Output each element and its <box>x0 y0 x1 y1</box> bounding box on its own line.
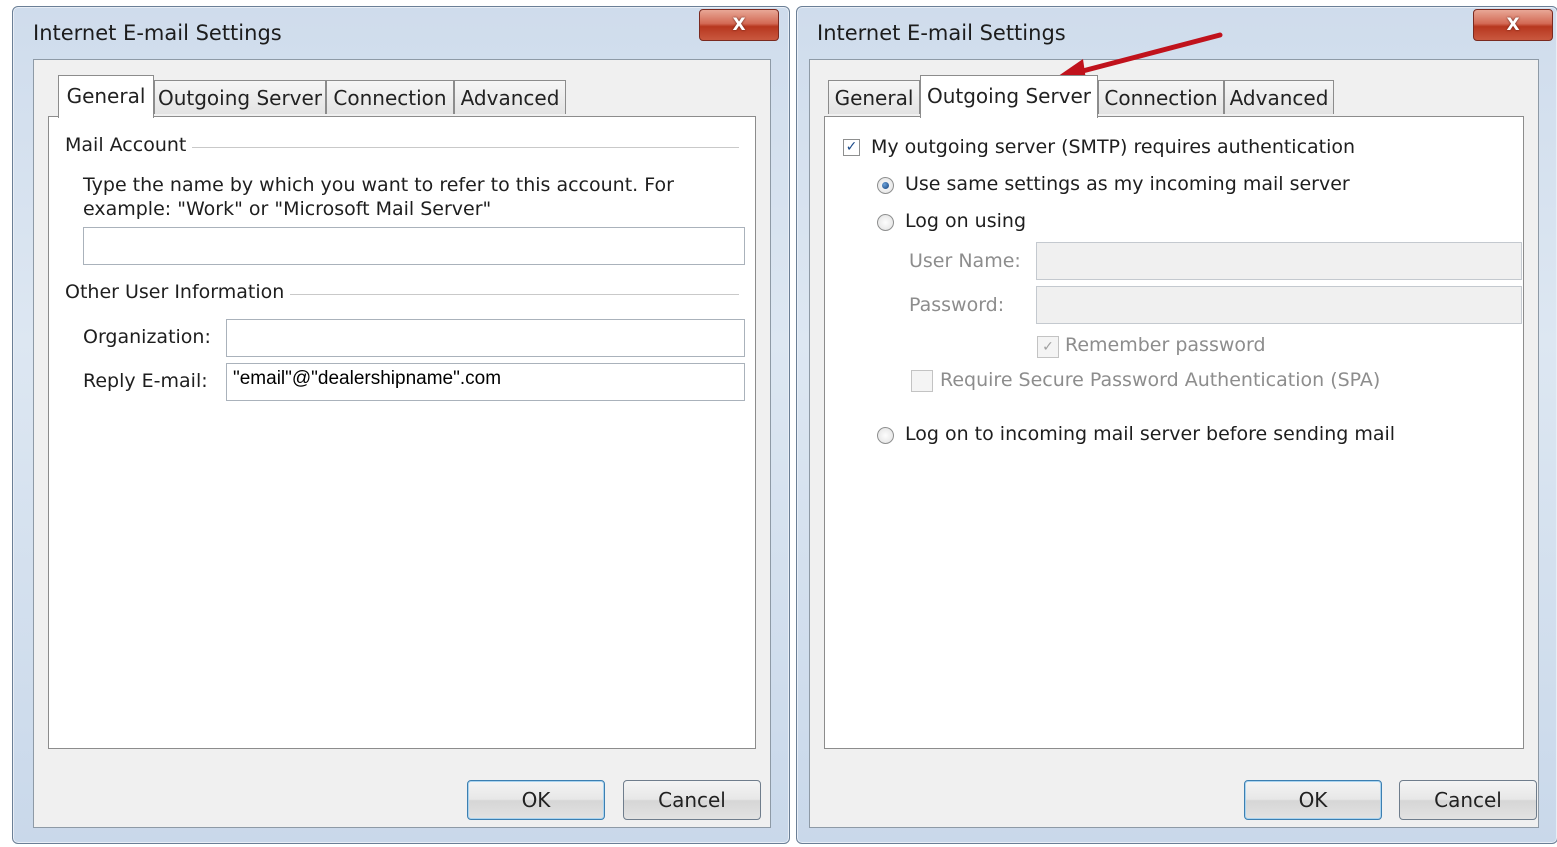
account-name-description-line1: Type the name by which you want to refer… <box>83 174 674 196</box>
same-settings-label: Use same settings as my incoming mail se… <box>905 173 1350 195</box>
tab-connection[interactable]: Connection <box>326 80 454 114</box>
tab-outgoing-server[interactable]: Outgoing Server <box>920 75 1098 118</box>
cancel-button[interactable]: Cancel <box>623 780 761 820</box>
user-name-label: User Name: <box>909 250 1021 272</box>
tab-outgoing-server[interactable]: Outgoing Server <box>154 80 326 114</box>
spa-label: Require Secure Password Authentication (… <box>940 369 1381 391</box>
tab-advanced[interactable]: Advanced <box>454 80 566 114</box>
window-title: Internet E-mail Settings <box>33 21 282 45</box>
tab-advanced[interactable]: Advanced <box>1224 80 1334 114</box>
close-icon: X <box>1506 15 1520 35</box>
tab-page-outgoing-server: ✓ My outgoing server (SMTP) requires aut… <box>824 116 1524 749</box>
other-user-info-group-label: Other User Information <box>65 281 291 303</box>
radio-selected-dot <box>882 182 889 189</box>
log-on-using-label: Log on using <box>905 210 1027 232</box>
tab-page-general: Mail Account Type the name by which you … <box>48 116 756 749</box>
remember-password-checkbox[interactable]: ✓ <box>1037 336 1059 358</box>
tab-general[interactable]: General <box>828 80 920 114</box>
same-settings-radio[interactable] <box>877 177 894 194</box>
internet-email-settings-window-general: Internet E-mail Settings X General Outgo… <box>12 6 790 844</box>
dialog-client-area: General Outgoing Server Connection Advan… <box>809 59 1539 828</box>
mail-account-group-label: Mail Account <box>65 134 193 156</box>
log-on-incoming-radio[interactable] <box>877 427 894 444</box>
reply-email-label: Reply E-mail: <box>83 370 208 392</box>
close-icon: X <box>732 15 746 35</box>
password-input[interactable] <box>1036 286 1522 324</box>
close-button[interactable]: X <box>1473 9 1553 41</box>
dialog-client-area: General Outgoing Server Connection Advan… <box>33 59 771 828</box>
account-name-description-line2: example: "Work" or "Microsoft Mail Serve… <box>83 198 492 220</box>
window-title: Internet E-mail Settings <box>817 21 1066 45</box>
cancel-button[interactable]: Cancel <box>1399 780 1537 820</box>
reply-email-input[interactable]: "email"@"dealershipname".com <box>226 363 745 401</box>
log-on-using-radio[interactable] <box>877 214 894 231</box>
spa-checkbox[interactable] <box>911 370 933 392</box>
ok-button[interactable]: OK <box>1244 780 1382 820</box>
password-label: Password: <box>909 294 1005 316</box>
organization-input[interactable] <box>226 319 745 357</box>
remember-password-label: Remember password <box>1065 334 1266 356</box>
log-on-incoming-label: Log on to incoming mail server before se… <box>905 423 1396 445</box>
smtp-auth-checkbox[interactable]: ✓ <box>843 139 860 156</box>
user-name-input[interactable] <box>1036 242 1522 280</box>
account-name-input[interactable] <box>83 227 745 265</box>
smtp-auth-label: My outgoing server (SMTP) requires authe… <box>871 136 1356 158</box>
tab-general[interactable]: General <box>58 75 154 118</box>
organization-label: Organization: <box>83 326 211 348</box>
ok-button[interactable]: OK <box>467 780 605 820</box>
close-button[interactable]: X <box>699 9 779 41</box>
internet-email-settings-window-outgoing: Internet E-mail Settings X General Outgo… <box>796 6 1557 844</box>
